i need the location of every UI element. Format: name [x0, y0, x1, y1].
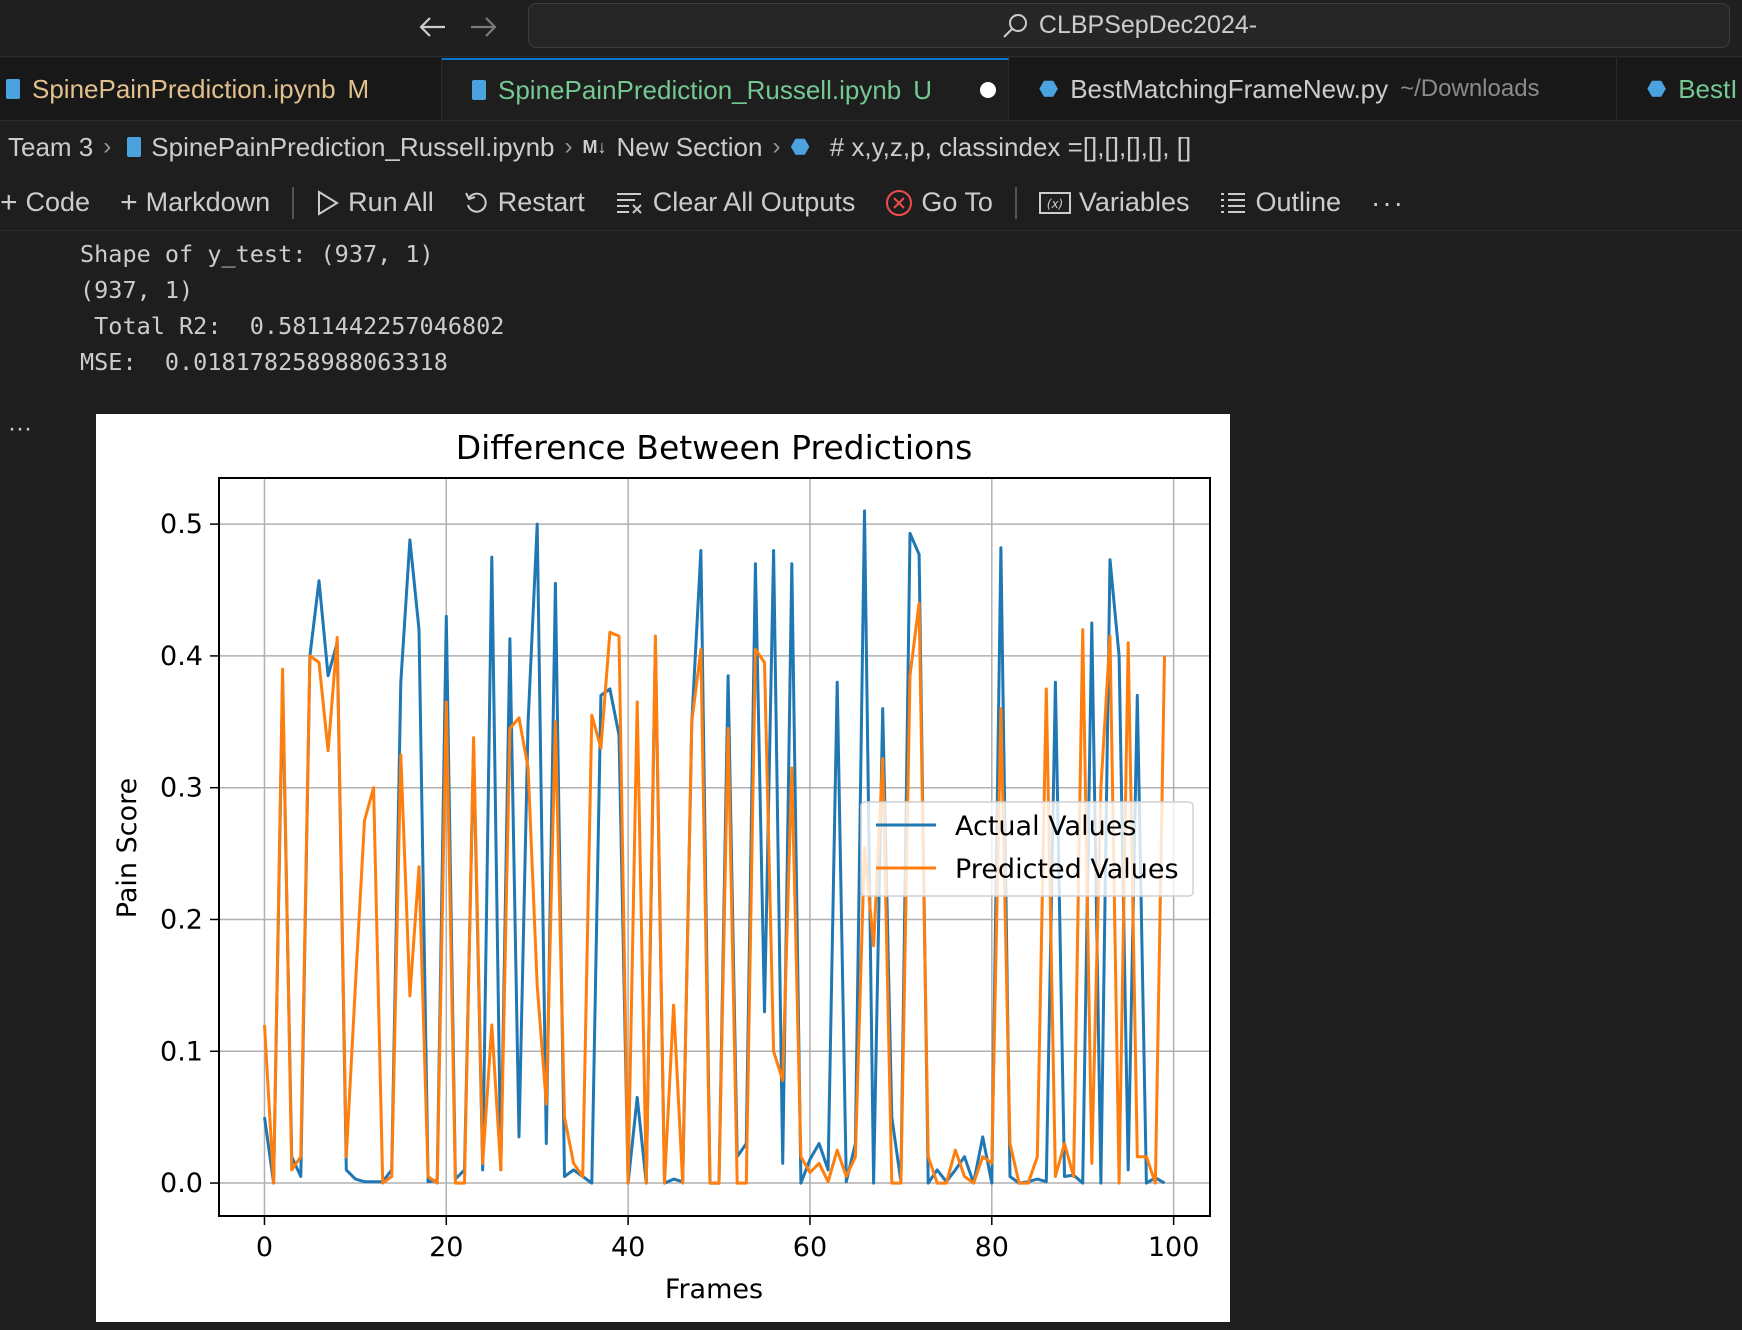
plus-icon: + — [0, 185, 18, 219]
outline-label: Outline — [1255, 187, 1342, 217]
chart-legend: Actual Values Predicted Values — [860, 801, 1194, 897]
tab-badge: U — [913, 74, 933, 105]
more-icon: ··· — [1371, 186, 1406, 218]
python-icon: ⬣ — [1039, 76, 1059, 101]
restart-label: Restart — [497, 187, 585, 217]
more-actions-button[interactable]: ··· — [1371, 187, 1405, 219]
add-code-cell-button[interactable]: + Code — [0, 186, 90, 220]
breadcrumb-item[interactable]: New Section — [617, 132, 763, 163]
chart-figure: 0 20 40 60 80 100 0.0 0.1 0.2 0.3 0.4 0.5 Differenc… — [96, 414, 1230, 1322]
command-center[interactable]: CLBPSepDec2024- — [528, 3, 1730, 48]
output-line: (937, 1) — [80, 276, 194, 304]
notebook-toolbar: + Code + Markdown Run All Restart Clear … — [0, 175, 1742, 231]
python-icon: ⬣ — [1647, 76, 1667, 101]
variables-button[interactable]: (x) Variables — [1038, 187, 1190, 218]
clear-all-icon — [616, 192, 642, 214]
tab-label: SpinePainPrediction.ipynb — [32, 73, 336, 104]
outline-button[interactable]: Outline — [1219, 187, 1341, 218]
add-markdown-cell-button[interactable]: + Markdown — [120, 186, 270, 220]
y-tick-label: 0.4 — [160, 641, 203, 672]
add-markdown-label: Markdown — [145, 187, 271, 217]
svg-text:(x): (x) — [1047, 197, 1063, 211]
x-tick-label: 40 — [611, 1232, 645, 1263]
add-code-label: Code — [25, 187, 91, 217]
clear-all-outputs-button[interactable]: Clear All Outputs — [615, 187, 856, 218]
x-tick-label: 20 — [429, 1232, 463, 1263]
tab-label: SpinePainPrediction_Russell.ipynb — [498, 74, 902, 105]
arrow-left-icon — [419, 17, 445, 37]
command-center-text: CLBPSepDec2024- — [1038, 11, 1258, 39]
toolbar-divider — [292, 186, 295, 219]
back-button[interactable] — [414, 8, 450, 46]
clear-all-label: Clear All Outputs — [652, 187, 856, 217]
variables-icon: (x) — [1038, 191, 1071, 214]
notebook-icon — [472, 80, 486, 100]
x-tick-label: 80 — [975, 1232, 1009, 1263]
chart-title: Difference Between Predictions — [456, 428, 973, 467]
x-tick-label: 0 — [256, 1232, 273, 1263]
x-axis-label: Frames — [665, 1274, 763, 1305]
x-tick-label: 60 — [793, 1232, 827, 1263]
go-to-label: Go To — [921, 187, 993, 217]
chevron-right-icon: › — [564, 133, 573, 160]
y-tick-label: 0.2 — [160, 904, 203, 935]
legend-label-predicted: Predicted Values — [955, 854, 1179, 885]
restart-icon — [464, 192, 487, 213]
breadcrumb-item[interactable]: SpinePainPrediction_Russell.ipynb — [151, 132, 554, 163]
cell-output-more-button[interactable]: ··· — [8, 415, 32, 443]
breadcrumb-item[interactable]: # x,y,z,p, classindex =[],[],[],[], [] — [830, 132, 1192, 163]
arrow-right-icon — [471, 17, 497, 37]
output-line: Total R2: 0.5811442257046802 — [80, 312, 505, 340]
go-to-button[interactable]: Go To — [885, 187, 993, 218]
tab-bestmatchingframenew[interactable]: ⬣ BestMatchingFrameNew.py ~/Downloads — [1009, 58, 1617, 120]
y-tick-label: 0.5 — [160, 509, 203, 540]
tab-path: ~/Downloads — [1400, 75, 1540, 102]
y-axis-label: Pain Score — [112, 778, 143, 918]
markdown-icon: M↓ — [582, 136, 607, 157]
tab-badge: M — [347, 73, 370, 104]
chevron-right-icon: › — [772, 133, 781, 160]
play-icon — [318, 189, 340, 216]
editor-tabs: SpinePainPrediction.ipynb M SpinePainPre… — [0, 58, 1742, 121]
tab-best-partial[interactable]: ⬣ BestI — [1617, 58, 1742, 120]
title-bar: CLBPSepDec2024- — [0, 0, 1742, 57]
notebook-icon — [6, 79, 20, 99]
tab-label: BestMatchingFrameNew.py — [1070, 73, 1389, 104]
y-tick-label: 0.0 — [160, 1168, 203, 1199]
tab-spinepainprediction-russell[interactable]: SpinePainPrediction_Russell.ipynb U — [442, 58, 1009, 120]
python-icon: ⬣ — [790, 134, 810, 159]
tab-spinepainprediction[interactable]: SpinePainPrediction.ipynb M — [0, 58, 442, 120]
variables-label: Variables — [1078, 187, 1190, 217]
y-tick-label: 0.3 — [160, 773, 203, 804]
error-circle-icon — [886, 189, 913, 216]
forward-button[interactable] — [466, 8, 502, 46]
notebook-icon — [127, 137, 142, 157]
output-line: MSE: 0.018178258988063318 — [80, 348, 448, 376]
breadcrumb: Team 3 › SpinePainPrediction_Russell.ipy… — [0, 121, 1742, 173]
line-chart: 0 20 40 60 80 100 0.0 0.1 0.2 0.3 0.4 0.5 Differenc… — [112, 428, 1211, 1305]
output-line: Shape of y_test: (937, 1) — [80, 240, 434, 268]
tab-label: BestI — [1678, 73, 1738, 104]
plus-icon: + — [120, 185, 138, 219]
run-all-label: Run All — [348, 187, 434, 217]
breadcrumb-item[interactable]: Team 3 — [8, 132, 93, 163]
toolbar-divider — [1014, 186, 1017, 219]
unsaved-dot-icon[interactable] — [980, 82, 997, 98]
y-tick-label: 0.1 — [160, 1036, 203, 1067]
restart-button[interactable]: Restart — [464, 187, 585, 218]
x-tick-label: 100 — [1148, 1232, 1200, 1263]
legend-label-actual: Actual Values — [955, 811, 1136, 842]
chevron-right-icon: › — [103, 133, 112, 160]
run-all-button[interactable]: Run All — [316, 187, 434, 218]
cell-text-output: Shape of y_test: (937, 1) (937, 1) Total … — [80, 236, 504, 380]
list-icon — [1221, 192, 1246, 213]
search-icon — [1003, 13, 1027, 38]
